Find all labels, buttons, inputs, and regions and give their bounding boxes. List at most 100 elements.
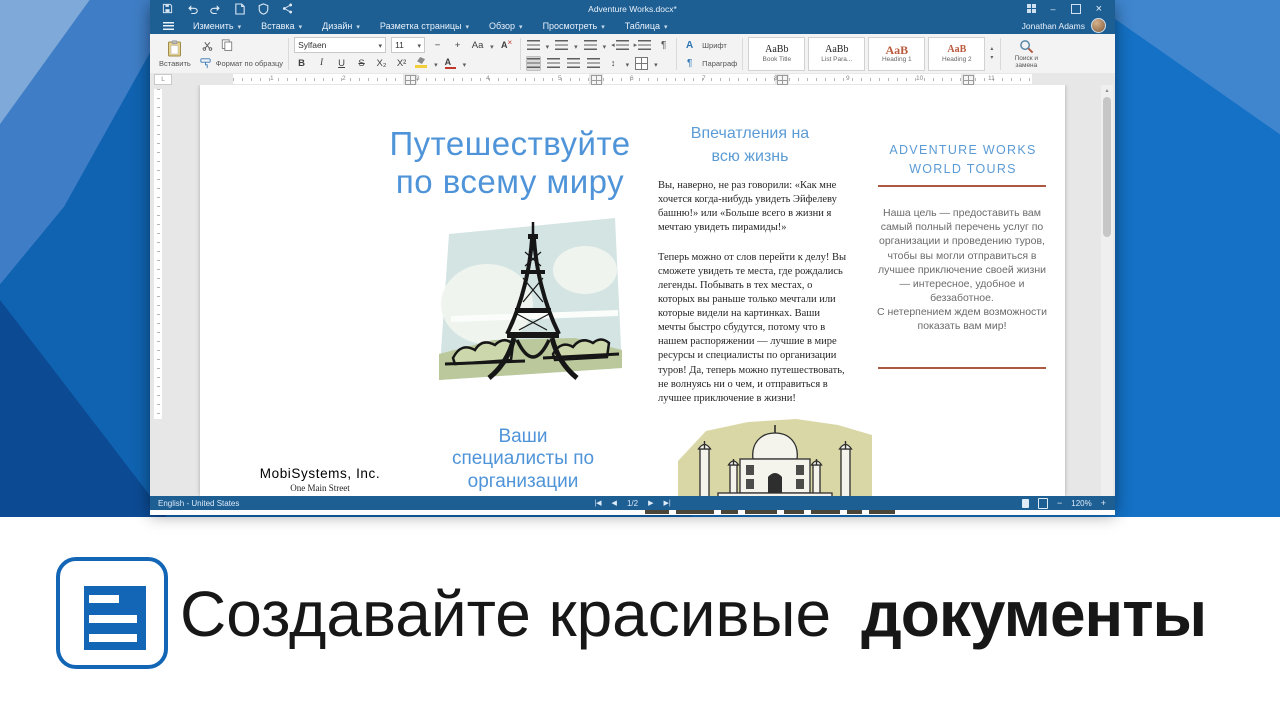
subscript-button[interactable]	[374, 56, 389, 71]
table-column-marker-icon[interactable]	[777, 75, 788, 85]
superscript-button[interactable]	[394, 56, 409, 71]
style-list-paragraph[interactable]: AaBb List Para...	[808, 37, 866, 71]
close-icon[interactable]	[1096, 3, 1102, 15]
clear-formatting-button[interactable]	[499, 38, 515, 53]
menu-edit[interactable]: Изменить	[183, 17, 251, 34]
bullet-list-button[interactable]	[526, 38, 541, 53]
zoom-in-icon[interactable]	[1101, 498, 1106, 508]
divider	[742, 38, 744, 70]
justify-button[interactable]	[586, 56, 601, 71]
decrease-font-button[interactable]: −	[430, 38, 445, 53]
font-name-select[interactable]: Sylfaen	[294, 37, 387, 53]
quick-access-toolbar	[150, 2, 294, 15]
previous-page-icon[interactable]	[612, 499, 617, 507]
web-view-icon[interactable]	[1038, 497, 1048, 509]
chevron-down-icon	[574, 36, 578, 54]
undo-icon[interactable]	[185, 2, 198, 15]
maximize-icon[interactable]	[1070, 3, 1081, 14]
chevron-down-icon	[601, 21, 605, 31]
format-painter-button[interactable]: Формат по образцу	[200, 55, 283, 71]
menu-review[interactable]: Обзор	[479, 17, 533, 34]
numbered-list-button[interactable]	[554, 38, 569, 53]
italic-button[interactable]	[314, 56, 329, 71]
borders-button[interactable]	[634, 56, 649, 71]
styles-gallery: AaBb Book Title AaBb List Para... AaB He…	[745, 35, 998, 73]
table-column-marker-icon[interactable]	[963, 75, 974, 85]
window-controls	[1026, 3, 1115, 15]
avatar[interactable]	[1091, 18, 1106, 33]
eiffel-tower-illustration[interactable]	[435, 212, 632, 396]
menu-page-layout[interactable]: Разметка страницы	[370, 17, 479, 34]
redo-icon[interactable]	[209, 2, 222, 15]
show-formatting-button[interactable]	[656, 38, 671, 53]
increase-font-button[interactable]: +	[450, 38, 465, 53]
change-case-button[interactable]	[470, 38, 485, 53]
chevron-up-icon[interactable]: ▴	[990, 46, 993, 52]
menu-design[interactable]: Дизайн	[312, 17, 370, 34]
protect-icon[interactable]	[257, 2, 270, 15]
highlight-color-button[interactable]	[414, 56, 429, 71]
page-indicator: 1/2	[626, 498, 639, 508]
zoom-out-icon[interactable]	[1057, 498, 1062, 508]
line-spacing-button[interactable]	[606, 56, 621, 71]
find-replace-button[interactable]: Поиск и замена	[1003, 35, 1049, 73]
style-heading-2[interactable]: AaB Heading 2	[928, 37, 986, 71]
zoom-level[interactable]: 120%	[1071, 499, 1091, 508]
first-page-icon[interactable]	[594, 499, 601, 507]
align-center-button[interactable]	[546, 56, 561, 71]
style-preview: AaB	[885, 43, 909, 57]
font-dialog-button[interactable]: Шрифт	[682, 37, 737, 53]
align-right-button[interactable]	[566, 56, 581, 71]
share-icon[interactable]	[281, 2, 294, 15]
account-name: Jonathan Adams	[1021, 20, 1085, 31]
menu-insert[interactable]: Вставка	[251, 17, 312, 34]
underline-button[interactable]	[334, 56, 349, 71]
minimize-icon[interactable]	[1051, 4, 1056, 14]
scroll-up-icon[interactable]	[1101, 87, 1113, 94]
style-book-title[interactable]: AaBb Book Title	[748, 37, 806, 71]
styles-gallery-scroll[interactable]: ▴ ▾	[988, 46, 995, 61]
font-name-value: Sylfaen	[298, 40, 327, 50]
new-document-icon[interactable]	[233, 2, 246, 15]
table-column-marker-icon[interactable]	[405, 75, 416, 85]
style-heading-1[interactable]: AaB Heading 1	[868, 37, 926, 71]
bold-button[interactable]	[294, 56, 309, 71]
next-page-icon[interactable]	[648, 499, 653, 507]
font-color-button[interactable]	[443, 56, 458, 71]
decrease-indent-button[interactable]	[611, 38, 629, 53]
scrollbar-thumb[interactable]	[1103, 97, 1111, 237]
last-page-icon[interactable]	[663, 499, 670, 507]
divider	[519, 38, 521, 70]
hamburger-icon[interactable]	[163, 21, 174, 30]
copy-button[interactable]	[220, 38, 235, 53]
menu-table[interactable]: Таблица	[615, 17, 678, 34]
paragraph-dialog-button[interactable]: Параграф	[682, 55, 737, 71]
paragraph-group	[523, 35, 675, 73]
table-column-marker-icon[interactable]	[591, 75, 602, 85]
tab-selector[interactable]	[154, 74, 172, 85]
increase-indent-button[interactable]	[634, 38, 652, 53]
divider	[676, 38, 678, 70]
ruler-segment	[417, 74, 589, 84]
red-divider-top	[878, 185, 1046, 187]
language-status[interactable]: English - United States	[150, 499, 239, 508]
vertical-scrollbar[interactable]	[1101, 85, 1113, 496]
align-left-button[interactable]	[525, 55, 541, 71]
multilevel-list-icon	[583, 40, 597, 50]
taj-mahal-illustration[interactable]	[678, 419, 872, 496]
account-area[interactable]: Jonathan Adams	[1022, 18, 1115, 33]
ruler-segment	[603, 74, 775, 84]
multilevel-list-button[interactable]	[583, 38, 598, 53]
chevron-down-icon[interactable]: ▾	[990, 55, 993, 61]
paste-button[interactable]: Вставить	[155, 36, 195, 72]
apps-grid-icon[interactable]	[1026, 4, 1036, 13]
save-icon[interactable]	[161, 2, 174, 15]
style-label: Heading 2	[941, 56, 972, 63]
cut-button[interactable]	[200, 38, 215, 53]
font-size-select[interactable]: 11	[391, 37, 426, 53]
document-page[interactable]: Путешествуйте по всему миру Ваши специал…	[200, 85, 1065, 496]
strikethrough-button[interactable]	[354, 56, 369, 71]
print-view-icon[interactable]	[1022, 498, 1029, 508]
banner-text: Создавайте красивые документы	[180, 562, 1207, 666]
menu-view[interactable]: Просмотреть	[533, 17, 615, 34]
